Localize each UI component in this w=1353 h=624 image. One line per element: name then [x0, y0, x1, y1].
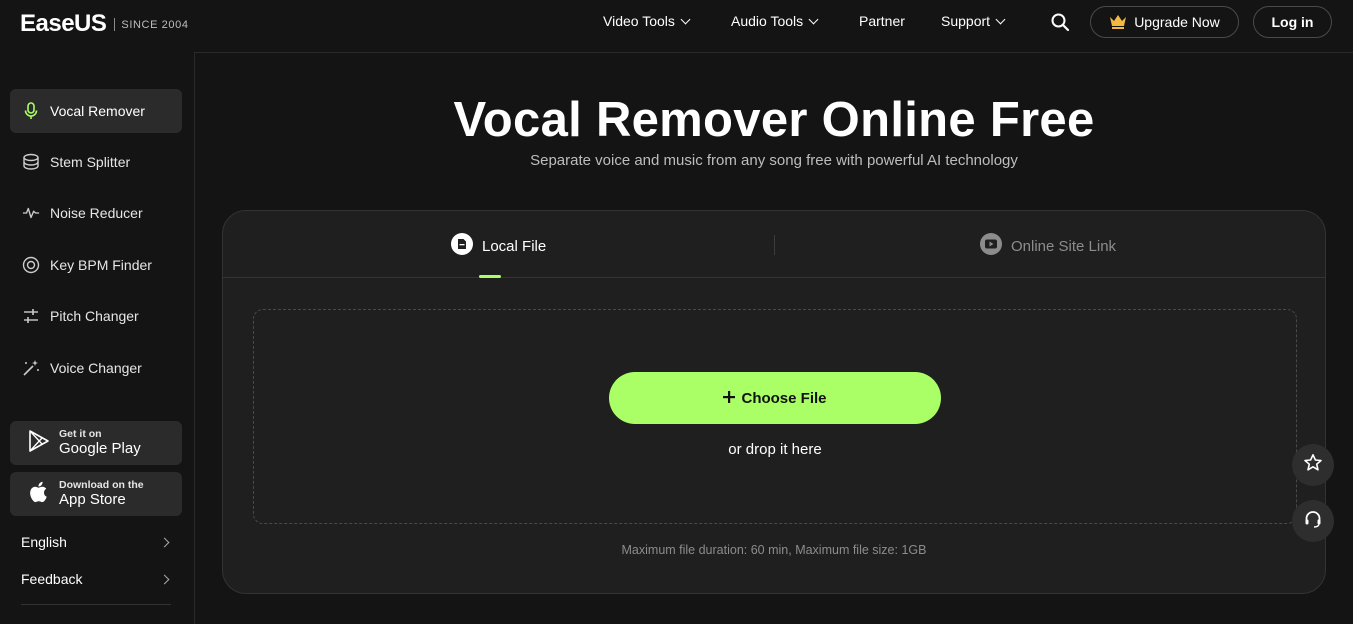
- sidebar: Vocal Remover Stem Splitter Noise Reduce…: [0, 46, 194, 624]
- upload-card: Local File Online Site Link Choose File …: [222, 210, 1326, 594]
- sidebar-item-vocal-remover[interactable]: Vocal Remover: [10, 89, 182, 133]
- page-title: Vocal Remover Online Free: [453, 93, 1095, 147]
- google-play-small: Get it on: [59, 427, 102, 440]
- nav-label: Partner: [859, 13, 905, 29]
- chevron-down-icon: [808, 14, 819, 24]
- plus-icon: [723, 390, 736, 407]
- stem-icon: [22, 153, 40, 171]
- chevron-down-icon: [680, 14, 691, 24]
- file-icon: [451, 233, 473, 259]
- google-play-button[interactable]: Get it on Google Play: [10, 421, 182, 465]
- sidebar-item-label: Voice Changer: [50, 360, 142, 376]
- language-label: English: [21, 534, 67, 550]
- sidebar-item-noise-reducer[interactable]: Noise Reducer: [10, 191, 182, 235]
- apple-icon: [28, 480, 50, 509]
- play-circle-icon: [980, 233, 1002, 259]
- drop-hint: or drop it here: [728, 441, 822, 458]
- app-store-small: Download on the: [59, 478, 144, 491]
- tab-local-file[interactable]: Local File: [451, 233, 546, 259]
- google-play-icon: [28, 429, 50, 458]
- nav-label: Video Tools: [603, 13, 675, 29]
- chevron-down-icon: [995, 14, 1006, 24]
- login-button[interactable]: Log in: [1253, 6, 1332, 38]
- sidebar-item-label: Noise Reducer: [50, 205, 143, 221]
- favorite-button[interactable]: [1292, 444, 1334, 486]
- nav-audio-tools[interactable]: Audio Tools: [731, 13, 819, 29]
- header: EaseUS SINCE 2004 Video Tools Audio Tool…: [0, 0, 1353, 46]
- language-selector[interactable]: English: [21, 534, 170, 550]
- sidebar-item-voice-changer[interactable]: Voice Changer: [10, 346, 182, 390]
- page-subtitle: Separate voice and music from any song f…: [530, 152, 1018, 169]
- sidebar-item-label: Stem Splitter: [50, 154, 131, 170]
- sliders-icon: [22, 307, 40, 325]
- logo-text: EaseUS: [20, 10, 107, 37]
- app-store-button[interactable]: Download on the App Store: [10, 472, 182, 516]
- choose-file-button[interactable]: Choose File: [609, 372, 941, 424]
- sidebar-divider: [21, 604, 171, 605]
- file-limit-note: Maximum file duration: 60 min, Maximum f…: [621, 543, 927, 557]
- support-button[interactable]: [1292, 500, 1334, 542]
- sidebar-item-label: Pitch Changer: [50, 308, 139, 324]
- nav-label: Support: [941, 13, 991, 29]
- chevron-right-icon: [159, 537, 170, 547]
- easeus-logo[interactable]: EaseUS SINCE 2004: [20, 10, 189, 38]
- sidebar-item-key-bpm-finder[interactable]: Key BPM Finder: [10, 243, 182, 287]
- upload-tabs: Local File Online Site Link: [223, 211, 1325, 278]
- drop-zone[interactable]: Choose File or drop it here: [253, 309, 1297, 524]
- microphone-icon: [22, 102, 40, 120]
- nav-partner[interactable]: Partner: [859, 13, 905, 29]
- tab-online-site-link[interactable]: Online Site Link: [980, 233, 1116, 259]
- upgrade-label: Upgrade Now: [1134, 14, 1220, 30]
- crown-icon: [1109, 13, 1127, 32]
- sidebar-item-label: Vocal Remover: [50, 103, 145, 119]
- nav-video-tools[interactable]: Video Tools: [603, 13, 691, 29]
- feedback-label: Feedback: [21, 571, 83, 587]
- google-play-big: Google Play: [59, 439, 141, 457]
- choose-file-label: Choose File: [741, 389, 827, 407]
- header-divider: [194, 52, 1353, 53]
- sidebar-item-label: Key BPM Finder: [50, 257, 152, 273]
- tab-label: Local File: [482, 237, 547, 255]
- target-icon: [22, 256, 40, 274]
- headset-icon: [1303, 509, 1323, 534]
- sidebar-item-stem-splitter[interactable]: Stem Splitter: [10, 140, 182, 184]
- logo-since: SINCE 2004: [121, 19, 189, 31]
- search-icon[interactable]: [1050, 12, 1070, 32]
- app-store-big: App Store: [59, 490, 126, 508]
- tab-divider: [774, 235, 775, 255]
- nav-label: Audio Tools: [731, 13, 804, 29]
- active-tab-indicator: [479, 275, 501, 278]
- chevron-right-icon: [159, 574, 170, 584]
- upgrade-button[interactable]: Upgrade Now: [1090, 6, 1239, 38]
- feedback-link[interactable]: Feedback: [21, 571, 170, 587]
- magic-wand-icon: [22, 359, 40, 377]
- tab-label: Online Site Link: [1011, 237, 1117, 255]
- sidebar-item-pitch-changer[interactable]: Pitch Changer: [10, 294, 182, 338]
- logo-divider: [114, 17, 116, 31]
- star-icon: [1303, 453, 1323, 478]
- nav-support[interactable]: Support: [941, 13, 1006, 29]
- waveform-icon: [22, 204, 40, 222]
